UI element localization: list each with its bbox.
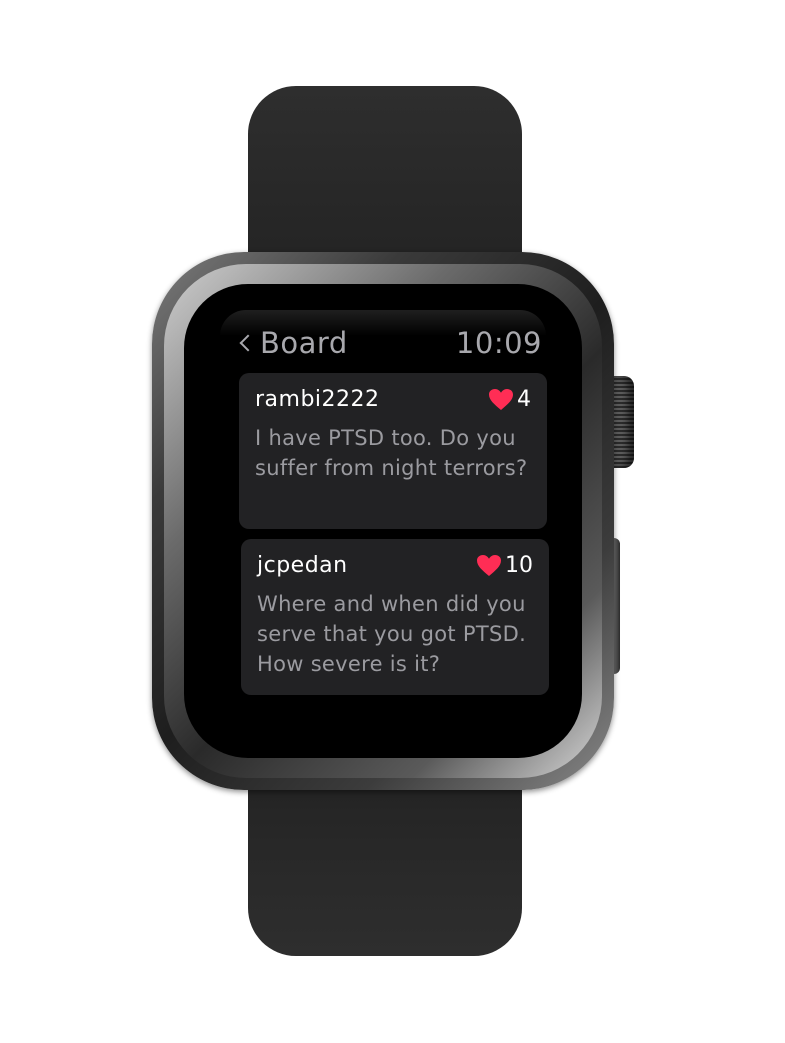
watch-mockup: Board 10:09 rambi2222 4 I have PTSD too.…	[0, 0, 785, 1043]
clock-time: 10:09	[455, 326, 542, 360]
back-label: Board	[260, 326, 348, 360]
back-button[interactable]: Board	[238, 326, 348, 360]
post-card[interactable]: jcpedan 10 Where and when did you serve …	[241, 539, 549, 695]
post-header: rambi2222 4	[255, 387, 531, 415]
post-card[interactable]: rambi2222 4 I have PTSD too. Do you suff…	[239, 373, 547, 529]
like-count[interactable]: 4	[488, 387, 531, 412]
watch-screen: Board 10:09 rambi2222 4 I have PTSD too.…	[236, 320, 552, 710]
heart-icon	[477, 555, 501, 576]
like-count-value: 4	[517, 387, 531, 412]
post-message: I have PTSD too. Do you suffer from nigh…	[255, 426, 528, 480]
status-bar: Board 10:09	[236, 326, 552, 366]
post-message: Where and when did you serve that you go…	[257, 592, 527, 676]
post-username: jcpedan	[257, 553, 348, 578]
like-count-value: 10	[505, 553, 533, 578]
post-header: jcpedan 10	[257, 553, 533, 581]
post-username: rambi2222	[255, 387, 380, 412]
chevron-left-icon	[239, 334, 257, 352]
like-count[interactable]: 10	[476, 553, 533, 578]
heart-icon	[489, 389, 513, 410]
